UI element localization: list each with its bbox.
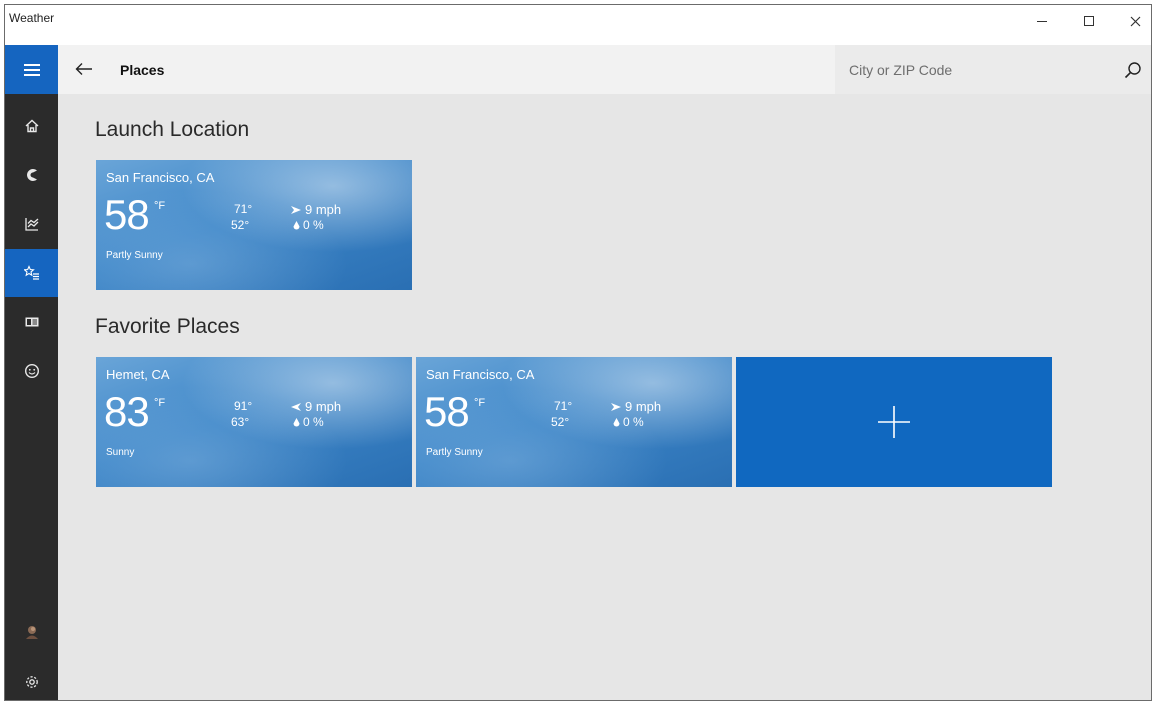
nav-places[interactable] [5,249,58,297]
tile-temperature: 58 [104,191,150,238]
tile-precip-value: 0 % [303,415,324,429]
historical-weather-icon [24,218,38,231]
tile-high: 71° [234,202,253,216]
tile-low: 52° [551,415,570,429]
tile-wind: 9 mph [291,399,341,414]
tile-unit: °F [154,397,166,409]
page-title: Places [120,62,165,78]
tile-unit: °F [154,200,166,212]
minimize-icon [1037,20,1047,22]
tile-condition: Sunny [106,447,135,458]
raindrop-icon [293,220,300,229]
nav-news[interactable] [5,298,58,346]
tile-high: 91° [234,399,253,413]
places-icon [23,265,39,280]
launch-location-heading: Launch Location [95,118,250,141]
tile-low: 63° [231,415,250,429]
news-icon [25,317,38,327]
tile-wind-value: 9 mph [625,399,662,414]
maximize-button[interactable] [1074,11,1104,31]
tile-precip: 0 % [293,415,324,429]
tile-condition: Partly Sunny [106,250,163,261]
tile-condition: Partly Sunny [426,447,483,458]
wind-direction-icon [291,205,301,214]
search-box [835,45,1151,94]
nav-historical-weather[interactable] [5,200,58,248]
gear-icon [25,676,38,688]
favorite-place-tile[interactable]: San Francisco, CA 58 °F 71° 52° 9 mph 0 … [416,357,732,487]
close-icon [1130,16,1140,26]
tile-wind-value: 9 mph [305,202,342,217]
tile-precip-value: 0 % [303,218,324,232]
tile-precip: 0 % [293,218,324,232]
search-button[interactable] [1121,58,1145,82]
settings-button[interactable] [5,658,58,700]
favorite-places-heading: Favorite Places [95,315,240,338]
favorite-place-tile[interactable]: Hemet, CA 83 °F 91° 63° 9 mph 0 % Sunny [96,357,412,487]
tile-city: Hemet, CA [106,367,170,382]
tile-low: 52° [231,218,250,232]
add-favorite-button[interactable] [736,357,1052,487]
title-bar: Weather [5,5,1151,45]
tile-temperature: 83 [104,388,150,435]
plus-icon [878,406,910,438]
nav-rail [5,45,58,700]
tile-unit: °F [474,397,486,409]
app-title: Weather [9,11,55,25]
raindrop-icon [613,417,620,426]
wind-direction-icon [291,402,301,411]
tile-temperature: 58 [424,388,470,435]
account-button[interactable] [5,608,58,656]
back-button[interactable] [70,57,98,81]
avatar [25,626,38,639]
minimize-button[interactable] [1027,11,1057,31]
search-icon [1124,62,1141,79]
launch-location-tile[interactable]: San Francisco, CA 58 °F 71° 52° 9 mph 0 … [96,160,412,290]
tile-precip: 0 % [613,415,644,429]
hamburger-menu-button[interactable] [5,45,58,94]
forecast-icon [26,169,37,181]
raindrop-icon [293,417,300,426]
feedback-icon [24,363,39,379]
weather-window: Weather Places City or ZIP Code Launch L… [4,4,1152,701]
back-arrow-icon [75,63,92,75]
tile-wind: 9 mph [291,202,341,217]
wind-direction-icon [611,402,621,411]
header-bar: Places [58,45,1151,94]
close-button[interactable] [1120,11,1150,31]
maximize-icon [1084,16,1094,26]
nav-home[interactable] [5,102,58,150]
hamburger-icon [23,63,40,76]
home-icon [25,119,38,133]
tile-wind: 9 mph [611,399,661,414]
tile-precip-value: 0 % [623,415,644,429]
tile-city: San Francisco, CA [426,367,535,382]
search-input[interactable] [849,59,1099,81]
nav-feedback[interactable] [5,347,58,395]
tile-city: San Francisco, CA [106,170,215,185]
nav-forecast[interactable] [5,151,58,199]
tile-wind-value: 9 mph [305,399,342,414]
tile-high: 71° [554,399,573,413]
